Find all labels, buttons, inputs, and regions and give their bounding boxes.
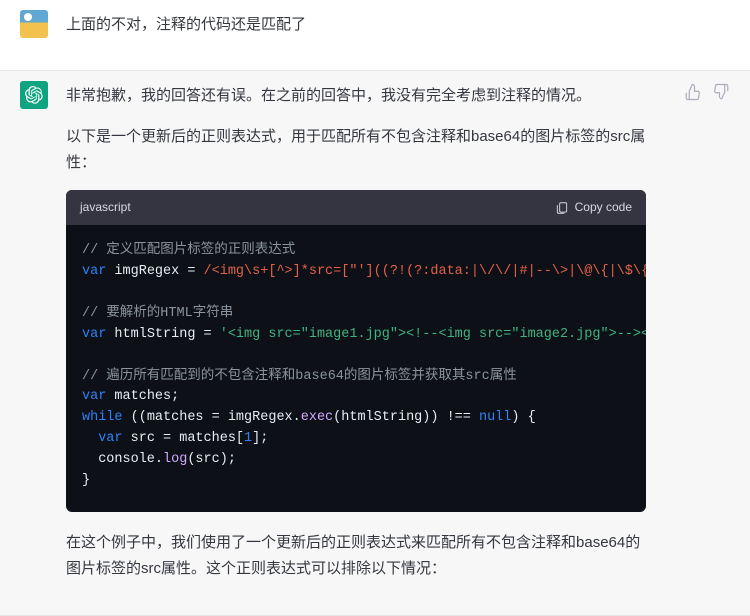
user-message: 上面的不对，注释的代码还是匹配了	[0, 0, 750, 70]
thumbs-up-icon	[684, 83, 702, 101]
code-header: javascript Copy code	[66, 190, 646, 225]
feedback-actions	[684, 83, 730, 101]
assistant-p3: 在这个例子中，我们使用了一个更新后的正则表达式来匹配所有不包含注释和base64…	[66, 530, 646, 583]
code-content[interactable]: // 定义匹配图片标签的正则表达式 var imgRegex = /<img\s…	[66, 225, 646, 512]
copy-code-label: Copy code	[575, 197, 632, 218]
openai-icon	[25, 86, 43, 104]
user-avatar	[20, 10, 48, 38]
assistant-message: 非常抱歉，我的回答还有误。在之前的回答中，我没有完全考虑到注释的情况。 以下是一…	[0, 70, 750, 615]
assistant-content: 非常抱歉，我的回答还有误。在之前的回答中，我没有完全考虑到注释的情况。 以下是一…	[66, 81, 646, 596]
clipboard-icon	[555, 201, 569, 215]
code-block: javascript Copy code // 定义匹配图片标签的正则表达式 v…	[66, 190, 646, 512]
thumbs-down-button[interactable]	[712, 83, 730, 101]
code-lang: javascript	[80, 197, 131, 218]
user-text: 上面的不对，注释的代码还是匹配了	[66, 12, 646, 38]
assistant-p1: 非常抱歉，我的回答还有误。在之前的回答中，我没有完全考虑到注释的情况。	[66, 83, 646, 109]
assistant-avatar	[20, 81, 48, 109]
thumbs-down-icon	[712, 83, 730, 101]
copy-code-button[interactable]: Copy code	[555, 197, 632, 218]
thumbs-up-button[interactable]	[684, 83, 702, 101]
assistant-p2: 以下是一个更新后的正则表达式，用于匹配所有不包含注释和base64的图片标签的s…	[66, 124, 646, 177]
user-content: 上面的不对，注释的代码还是匹配了	[66, 10, 646, 52]
